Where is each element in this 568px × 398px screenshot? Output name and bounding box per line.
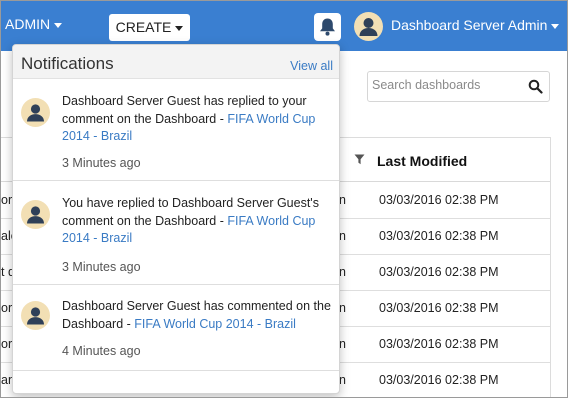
avatar [21, 98, 50, 127]
notification-message: You have replied to Dashboard Server Gue… [62, 195, 334, 248]
admin-menu[interactable]: ADMIN [5, 16, 63, 32]
create-button[interactable]: CREATE [109, 14, 190, 41]
user-avatar-icon [27, 307, 44, 325]
dashboard-link[interactable]: FIFA World Cup 2014 - Brazil [134, 317, 296, 331]
user-menu[interactable]: Dashboard Server Admin [391, 17, 560, 33]
bell-icon [320, 18, 335, 36]
cell-last-modified: 03/03/2016 02:38 PM [379, 229, 499, 243]
view-all-link[interactable]: View all [290, 59, 333, 73]
user-avatar-icon [27, 104, 44, 122]
notification-item[interactable]: Dashboard Server Guest has replied to yo… [13, 80, 339, 181]
create-button-label: CREATE [115, 19, 172, 35]
cell-name: or [1, 301, 13, 315]
cell-last-modified: 03/03/2016 02:38 PM [379, 373, 499, 387]
search-icon[interactable] [528, 79, 543, 94]
chevron-down-icon [54, 22, 63, 28]
cell-last-modified: 03/03/2016 02:38 PM [379, 337, 499, 351]
chevron-down-icon [551, 23, 560, 29]
user-name-label: Dashboard Server Admin [391, 17, 548, 33]
notifications-dropdown: Notifications View all Dashboard Server … [12, 44, 340, 394]
notification-message: Dashboard Server Guest has replied to yo… [62, 93, 334, 146]
notifications-title: Notifications [21, 54, 114, 73]
chevron-down-icon [175, 25, 184, 31]
cell-last-modified: 03/03/2016 02:38 PM [379, 193, 499, 207]
cell-name: or [1, 337, 13, 351]
cell-owner: n [339, 301, 346, 315]
notification-time: 3 Minutes ago [62, 156, 141, 170]
notification-message: Dashboard Server Guest has commented on … [62, 298, 334, 333]
cell-owner: n [339, 229, 346, 243]
search-input[interactable] [372, 78, 522, 92]
notifications-button[interactable] [314, 13, 341, 41]
user-avatar[interactable] [354, 12, 383, 41]
notifications-header: Notifications View all [13, 45, 339, 79]
cell-owner: n [339, 265, 346, 279]
cell-last-modified: 03/03/2016 02:38 PM [379, 301, 499, 315]
cell-last-modified: 03/03/2016 02:38 PM [379, 265, 499, 279]
filter-icon[interactable] [354, 154, 365, 165]
notification-item[interactable]: You have replied to Dashboard Server Gue… [13, 182, 339, 285]
notification-item[interactable]: Dashboard Server Guest has commented on … [13, 286, 339, 371]
column-header-last-modified[interactable]: Last Modified [377, 153, 467, 169]
cell-owner: n [339, 193, 346, 207]
app-window: ADMIN CREATE Dashboard Server Admin Sear… [0, 0, 568, 398]
cell-owner: n [339, 337, 346, 351]
notification-time: 3 Minutes ago [62, 260, 141, 274]
notification-time: 4 Minutes ago [62, 344, 141, 358]
user-avatar-icon [27, 206, 44, 224]
cell-name: or [1, 193, 13, 207]
search-box [367, 71, 550, 102]
cell-owner: n [339, 373, 346, 387]
avatar [21, 301, 50, 330]
admin-menu-label: ADMIN [5, 16, 51, 32]
avatar [21, 200, 50, 229]
user-avatar-icon [359, 18, 378, 36]
